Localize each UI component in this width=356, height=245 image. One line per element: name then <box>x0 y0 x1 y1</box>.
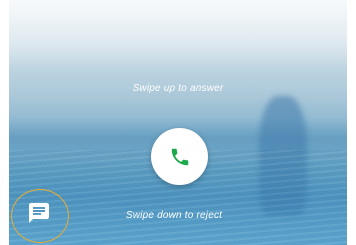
reply-message-button[interactable] <box>11 189 69 243</box>
incoming-call-screen: Swipe up to answer Swipe down to reject <box>9 0 347 245</box>
answer-call-button[interactable] <box>151 128 208 185</box>
message-icon <box>29 203 49 223</box>
swipe-up-hint: Swipe up to answer <box>132 83 224 94</box>
phone-icon <box>171 148 188 165</box>
background-haze <box>9 0 347 70</box>
